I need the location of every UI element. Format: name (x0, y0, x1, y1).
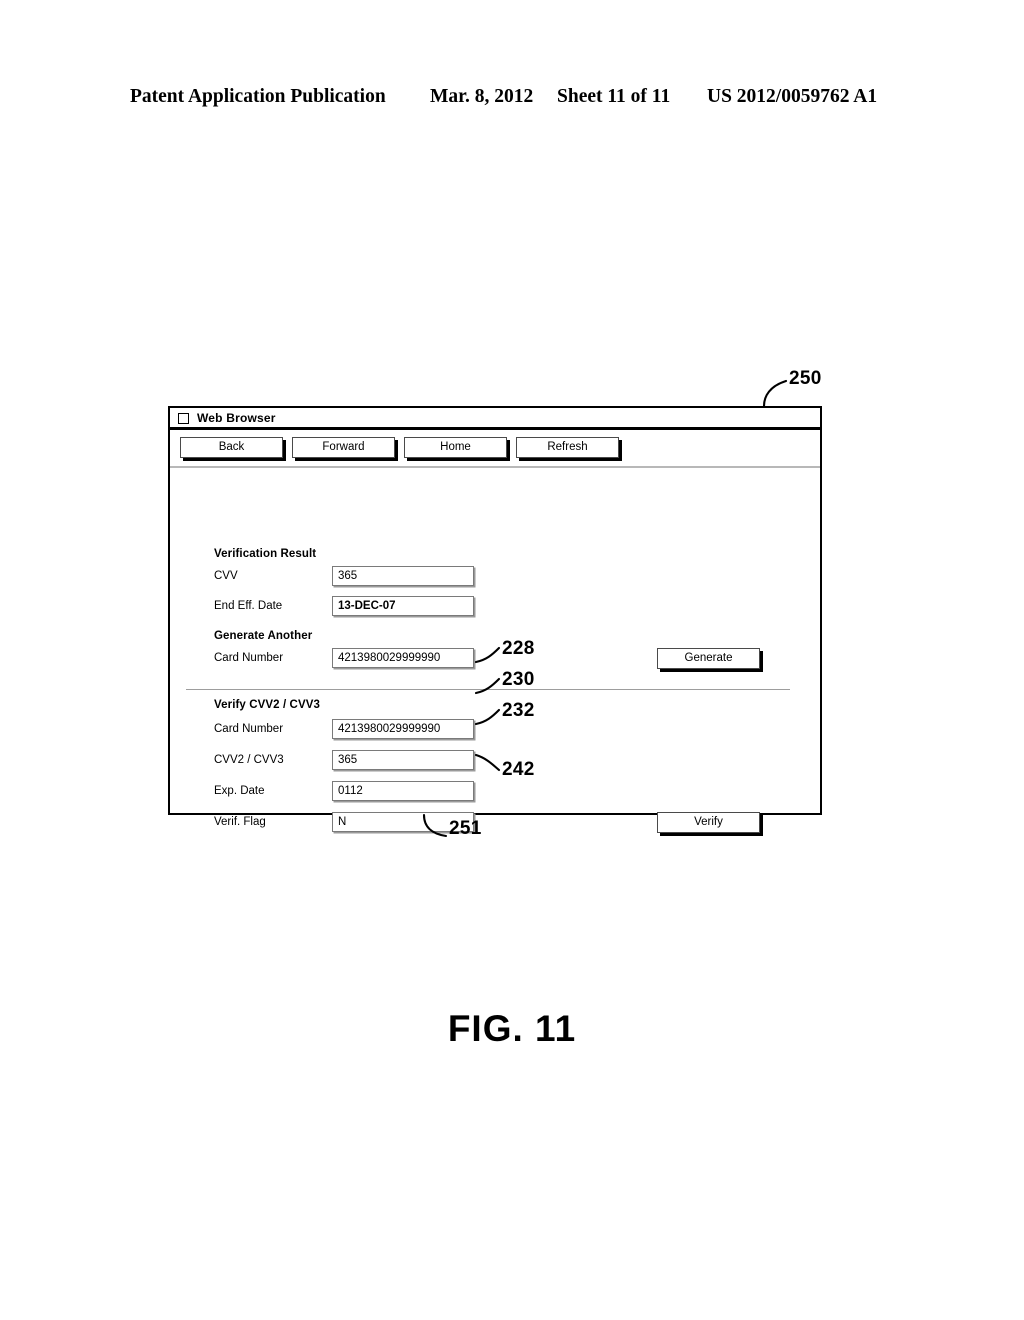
cvv-field[interactable]: 365 (332, 566, 474, 586)
verify-flag-label: Verif. Flag (214, 816, 266, 828)
square-checkbox-icon[interactable] (178, 413, 189, 424)
generate-another-heading: Generate Another (214, 630, 313, 642)
generate-card-number-field[interactable]: 4213980029999990 (332, 648, 474, 668)
figure-caption: FIG. 11 (447, 1008, 577, 1049)
back-button[interactable]: Back (180, 437, 283, 458)
generate-card-number-label: Card Number (214, 652, 284, 664)
reference-numeral-228: 228 (502, 638, 535, 659)
web-browser-window: Web Browser Back Forward Home Refresh Ve… (168, 406, 822, 833)
browser-window-title: Web Browser (197, 411, 276, 425)
header-publication-label: Patent Application Publication (130, 86, 386, 107)
header-date-label: Mar. 8, 2012 (430, 86, 534, 107)
header-patent-number: US 2012/0059762 A1 (707, 86, 878, 107)
browser-title-bar: Web Browser (170, 408, 820, 430)
browser-content-area: Verification Result CVV 365 End Eff. Dat… (170, 468, 820, 833)
verify-card-number-label: Card Number (214, 723, 284, 735)
verify-exp-date-field[interactable]: 0112 (332, 781, 474, 801)
reference-numeral-250: 250 (789, 368, 822, 389)
verify-button[interactable]: Verify (657, 812, 760, 833)
home-button[interactable]: Home (404, 437, 507, 458)
browser-toolbar: Back Forward Home Refresh (170, 430, 820, 468)
leader-250 (762, 379, 788, 408)
refresh-button[interactable]: Refresh (516, 437, 619, 458)
verify-cvv-field[interactable]: 365 (332, 750, 474, 770)
verification-result-heading: Verification Result (214, 548, 317, 560)
header-sheet-label: Sheet 11 of 11 (557, 86, 671, 107)
generate-button[interactable]: Generate (657, 648, 760, 669)
cvv-label: CVV (214, 570, 238, 582)
forward-button[interactable]: Forward (292, 437, 395, 458)
verify-cvv-heading: Verify CVV2 / CVV3 (214, 699, 320, 711)
verify-cvv-label: CVV2 / CVV3 (214, 754, 284, 766)
verify-card-number-field[interactable]: 4213980029999990 (332, 719, 474, 739)
end-eff-date-field[interactable]: 13-DEC-07 (332, 596, 474, 616)
section-divider (186, 689, 790, 690)
verify-exp-date-label: Exp. Date (214, 785, 265, 797)
reference-numeral-230: 230 (502, 669, 535, 690)
reference-numeral-232: 232 (502, 700, 535, 721)
end-eff-date-label: End Eff. Date (214, 600, 283, 612)
reference-numeral-251: 251 (449, 818, 482, 839)
reference-numeral-242: 242 (502, 759, 535, 780)
patent-page-header: Patent Application Publication Mar. 8, 2… (0, 86, 1024, 116)
